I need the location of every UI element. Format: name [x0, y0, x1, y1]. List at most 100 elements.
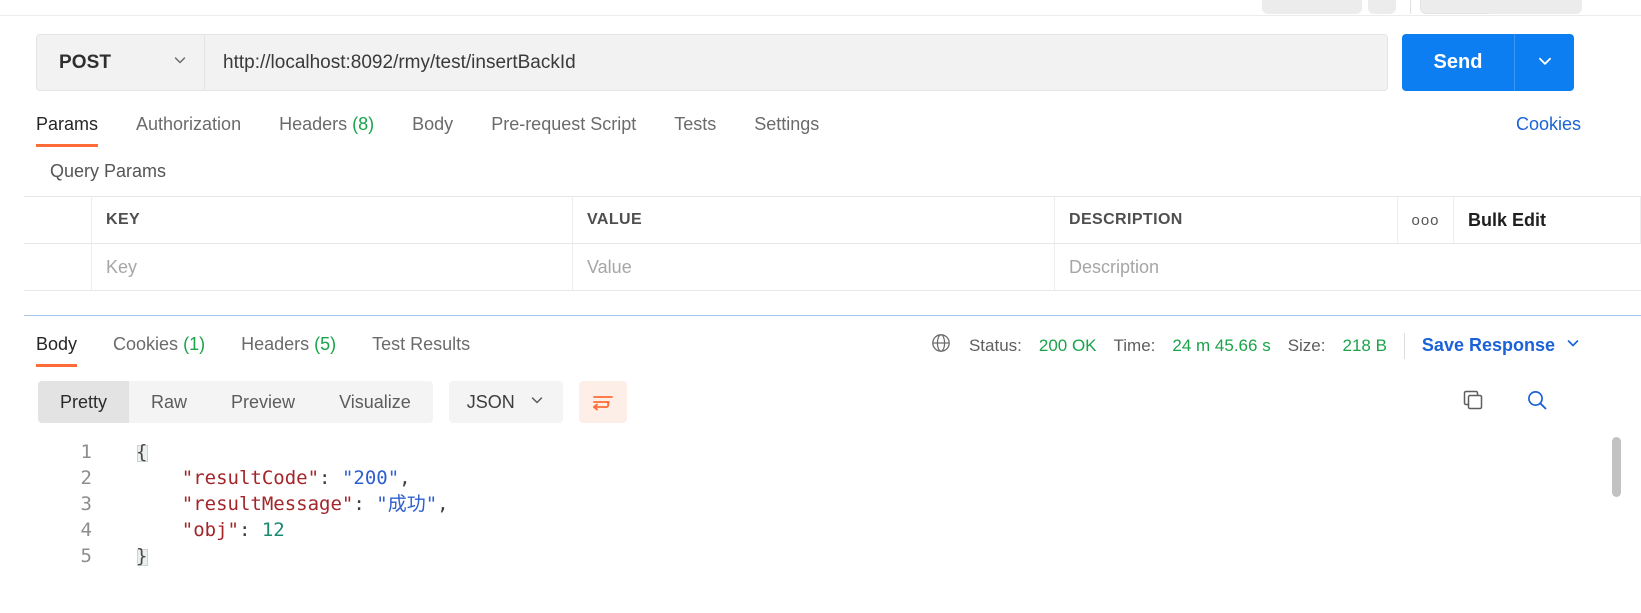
- line-number: 5: [80, 545, 92, 567]
- line-number: 2: [80, 467, 92, 489]
- view-pretty-button[interactable]: Pretty: [38, 381, 130, 423]
- json-code-content[interactable]: { "resultCode": "200", "resultMessage": …: [136, 439, 449, 569]
- tab-settings-label: Settings: [754, 114, 820, 134]
- cookies-link[interactable]: Cookies: [1516, 114, 1581, 135]
- clipped-toolbar-chip-4[interactable]: [1486, 0, 1582, 14]
- body-format-label: JSON: [466, 391, 515, 412]
- view-visualize-button[interactable]: Visualize: [317, 381, 433, 423]
- view-raw-button[interactable]: Raw: [129, 381, 209, 423]
- body-action-icons: [1461, 388, 1549, 417]
- tab-pre-request-script[interactable]: Pre-request Script: [491, 108, 636, 147]
- column-header-description: DESCRIPTION: [1069, 211, 1183, 228]
- tab-tests[interactable]: Tests: [674, 108, 716, 147]
- clipped-top-toolbar: [0, 0, 1641, 16]
- more-options-icon[interactable]: ooo: [1411, 212, 1439, 229]
- response-tab-cookies[interactable]: Cookies (1): [113, 328, 205, 367]
- tab-headers-label: Headers: [279, 114, 348, 134]
- response-tab-body[interactable]: Body: [36, 328, 78, 367]
- param-key-input[interactable]: Key: [106, 257, 137, 278]
- json-token-punc: :: [353, 493, 377, 515]
- line-number-gutter: 1 2 3 4 5: [24, 433, 104, 569]
- json-token-brace: {: [136, 441, 148, 463]
- bulk-edit-button[interactable]: Bulk Edit: [1468, 210, 1546, 231]
- header-checkbox-cell: [24, 197, 92, 243]
- time-value: 24 m 45.66 s: [1172, 335, 1271, 355]
- tab-body-label: Body: [412, 114, 454, 134]
- request-url-bar: POST: [36, 34, 1388, 91]
- scrollbar-thumb[interactable]: [1612, 437, 1621, 497]
- send-button-group: Send: [1402, 34, 1574, 91]
- response-tab-headers[interactable]: Headers (5): [241, 328, 336, 367]
- json-token-key: "obj": [181, 519, 239, 541]
- send-button[interactable]: Send: [1402, 34, 1514, 91]
- response-tab-cookies-count: (1): [183, 334, 206, 354]
- tab-authorization[interactable]: Authorization: [136, 108, 241, 147]
- column-header-key: KEY: [106, 211, 141, 228]
- chevron-down-icon: [172, 52, 188, 73]
- table-row: Key Value Description: [24, 244, 1641, 291]
- response-tab-test-results[interactable]: Test Results: [372, 328, 470, 367]
- status-value: 200 OK: [1038, 335, 1097, 355]
- clipped-toolbar-divider: [1410, 0, 1411, 14]
- line-number: 3: [80, 493, 92, 515]
- json-token-num: 12: [261, 519, 285, 541]
- save-response-label: Save Response: [1421, 335, 1555, 355]
- meta-divider: [1403, 332, 1405, 359]
- tab-headers-count: (8): [352, 114, 375, 134]
- response-tab-cookies-label: Cookies: [113, 334, 179, 354]
- line-number: 1: [80, 441, 92, 463]
- tab-pre-request-script-label: Pre-request Script: [491, 114, 637, 134]
- response-body-code: 1 2 3 4 5 { "resultCode": "200", "result…: [24, 433, 1617, 613]
- response-separator: [24, 315, 1641, 316]
- http-method-select[interactable]: POST: [36, 34, 204, 91]
- request-tabs: Params Authorization Headers (8) Body Pr…: [36, 108, 857, 147]
- response-body-toolbar: Pretty Raw Preview Visualize JSON: [38, 381, 627, 423]
- search-icon[interactable]: [1525, 388, 1549, 417]
- clipped-toolbar-chip-3[interactable]: [1420, 0, 1494, 14]
- json-token-punc: :: [238, 519, 262, 541]
- tab-body[interactable]: Body: [412, 108, 453, 147]
- size-label: Size:: [1287, 335, 1326, 355]
- query-params-title: Query Params: [50, 161, 167, 181]
- clipped-toolbar-chip-2[interactable]: [1368, 0, 1396, 14]
- query-params-table: KEY VALUE DESCRIPTION ooo Bulk Edit Key …: [24, 196, 1641, 291]
- save-response-button[interactable]: Save Response: [1422, 335, 1581, 356]
- status-label: Status:: [968, 335, 1022, 355]
- tab-tests-label: Tests: [674, 114, 717, 134]
- response-tab-headers-label: Headers: [241, 334, 310, 354]
- clipped-toolbar-chip-1[interactable]: [1262, 0, 1362, 14]
- json-token-brace: }: [136, 545, 148, 567]
- response-meta: Status: 200 OK Time: 24 m 45.66 s Size: …: [930, 332, 1581, 359]
- row-checkbox-cell[interactable]: [24, 244, 92, 290]
- param-value-input[interactable]: Value: [587, 257, 632, 278]
- response-tab-body-label: Body: [36, 334, 78, 354]
- param-description-input[interactable]: Description: [1069, 257, 1159, 278]
- tab-headers[interactable]: Headers (8): [279, 108, 374, 147]
- globe-icon[interactable]: [930, 332, 952, 359]
- send-options-button[interactable]: [1514, 34, 1574, 91]
- copy-icon[interactable]: [1461, 388, 1485, 417]
- tab-params-label: Params: [36, 114, 99, 134]
- view-preview-button[interactable]: Preview: [209, 381, 317, 423]
- time-label: Time:: [1113, 335, 1156, 355]
- line-number: 4: [80, 519, 92, 541]
- tab-params[interactable]: Params: [36, 108, 99, 147]
- json-token-str: "成功": [376, 493, 438, 515]
- json-token-punc: ,: [399, 467, 411, 489]
- size-value: 218 B: [1342, 335, 1387, 355]
- json-token-key: "resultMessage": [181, 493, 354, 515]
- tab-settings[interactable]: Settings: [754, 108, 819, 147]
- json-token-punc: :: [319, 467, 342, 489]
- body-view-segmented-control: Pretty Raw Preview Visualize: [38, 381, 433, 423]
- response-tab-test-results-label: Test Results: [372, 334, 471, 354]
- request-url-input[interactable]: [204, 34, 1388, 91]
- response-vertical-scrollbar[interactable]: [1612, 437, 1621, 613]
- column-header-value: VALUE: [587, 211, 643, 228]
- response-tabs: Body Cookies (1) Headers (5) Test Result…: [36, 328, 506, 367]
- http-method-label: POST: [59, 51, 112, 73]
- body-format-select[interactable]: JSON: [448, 381, 563, 423]
- chevron-down-icon: [1536, 52, 1554, 73]
- json-token-key: "resultCode": [181, 467, 320, 489]
- text-wrap-icon[interactable]: [578, 381, 627, 423]
- top-divider: [0, 15, 1641, 16]
